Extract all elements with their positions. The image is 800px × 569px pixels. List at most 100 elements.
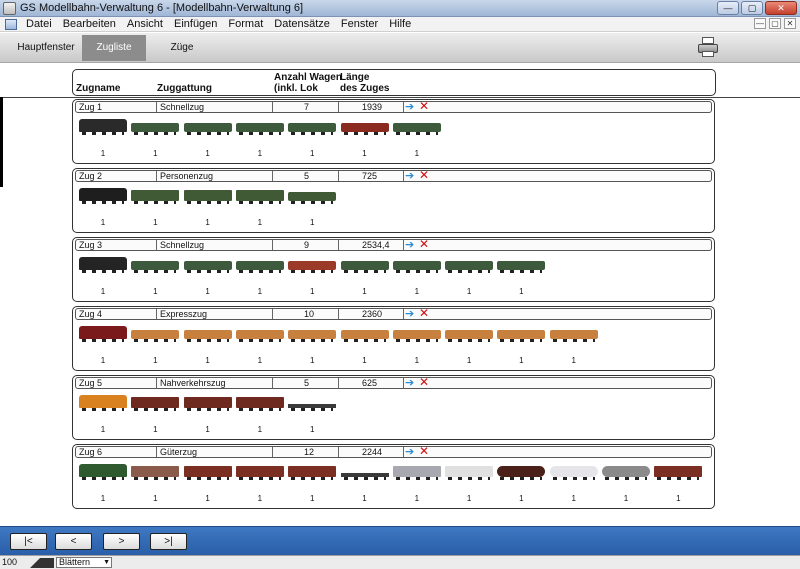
- train-type-field[interactable]: Personenzug: [160, 171, 213, 181]
- train-count-field[interactable]: 12: [304, 447, 314, 457]
- vehicle-item[interactable]: 1: [77, 461, 129, 507]
- vehicle-item[interactable]: 1: [495, 323, 547, 369]
- train-length-field[interactable]: 1939: [362, 102, 382, 112]
- menu-datensaetze[interactable]: Datensätze: [269, 18, 336, 30]
- vehicle-item[interactable]: 1: [286, 323, 338, 369]
- vehicle-item[interactable]: 1: [77, 185, 129, 231]
- vehicle-item[interactable]: 1: [129, 323, 181, 369]
- vehicle-item[interactable]: 1: [391, 116, 443, 162]
- vehicle-item[interactable]: 1: [391, 323, 443, 369]
- close-button[interactable]: ✕: [765, 1, 797, 15]
- printer-icon[interactable]: [697, 36, 719, 58]
- minimize-button[interactable]: —: [717, 1, 739, 15]
- previous-record-button[interactable]: <: [55, 533, 92, 550]
- vehicle-item[interactable]: 1: [495, 254, 547, 300]
- delete-train-icon[interactable]: ✕: [419, 100, 431, 112]
- vehicle-item[interactable]: 1: [234, 254, 286, 300]
- delete-train-icon[interactable]: ✕: [419, 307, 431, 319]
- vehicle-item[interactable]: 1: [391, 254, 443, 300]
- menu-bearbeiten[interactable]: Bearbeiten: [58, 18, 122, 30]
- vehicle-item[interactable]: 1: [182, 116, 234, 162]
- open-train-arrow-icon[interactable]: ➔: [405, 102, 417, 113]
- tab-hauptfenster[interactable]: Hauptfenster: [10, 35, 82, 61]
- delete-train-icon[interactable]: ✕: [419, 376, 431, 388]
- vehicle-item[interactable]: 1: [286, 392, 338, 438]
- vehicle-item[interactable]: 1: [286, 116, 338, 162]
- train-length-field[interactable]: 2360: [362, 309, 382, 319]
- open-train-arrow-icon[interactable]: ➔: [405, 447, 417, 458]
- maximize-button[interactable]: ▢: [741, 1, 763, 15]
- train-type-field[interactable]: Expresszug: [160, 309, 207, 319]
- next-record-button[interactable]: >: [103, 533, 140, 550]
- train-name-field[interactable]: Zug 1: [79, 102, 102, 112]
- train-count-field[interactable]: 10: [304, 309, 314, 319]
- vehicle-item[interactable]: 1: [339, 254, 391, 300]
- train-length-field[interactable]: 725: [362, 171, 377, 181]
- document-icon[interactable]: [5, 18, 17, 30]
- vehicle-item[interactable]: 1: [443, 323, 495, 369]
- open-train-arrow-icon[interactable]: ➔: [405, 171, 417, 182]
- zoom-icon[interactable]: [20, 558, 54, 568]
- vehicle-item[interactable]: 1: [77, 392, 129, 438]
- mode-select[interactable]: Blättern ▼: [56, 557, 112, 568]
- train-name-field[interactable]: Zug 5: [79, 378, 102, 388]
- vehicle-item[interactable]: 1: [129, 254, 181, 300]
- vehicle-item[interactable]: 1: [129, 461, 181, 507]
- vehicle-item[interactable]: 1: [443, 461, 495, 507]
- train-count-field[interactable]: 9: [304, 240, 309, 250]
- train-count-field[interactable]: 5: [304, 171, 309, 181]
- train-type-field[interactable]: Güterzug: [160, 447, 197, 457]
- train-name-field[interactable]: Zug 6: [79, 447, 102, 457]
- train-length-field[interactable]: 2244: [362, 447, 382, 457]
- menu-datei[interactable]: Datei: [21, 18, 58, 30]
- vehicle-item[interactable]: 1: [548, 323, 600, 369]
- vehicle-item[interactable]: 1: [77, 254, 129, 300]
- vehicle-item[interactable]: 1: [129, 116, 181, 162]
- delete-train-icon[interactable]: ✕: [419, 169, 431, 181]
- first-record-button[interactable]: |<: [10, 533, 47, 550]
- open-train-arrow-icon[interactable]: ➔: [405, 240, 417, 251]
- menu-format[interactable]: Format: [223, 18, 269, 30]
- vehicle-item[interactable]: 1: [234, 323, 286, 369]
- zoom-level[interactable]: 100: [2, 557, 17, 567]
- vehicle-item[interactable]: 1: [129, 185, 181, 231]
- chevron-down-icon[interactable]: ▼: [103, 558, 110, 567]
- delete-train-icon[interactable]: ✕: [419, 445, 431, 457]
- delete-train-icon[interactable]: ✕: [419, 238, 431, 250]
- open-train-arrow-icon[interactable]: ➔: [405, 378, 417, 389]
- train-type-field[interactable]: Schnellzug: [160, 240, 204, 250]
- train-count-field[interactable]: 5: [304, 378, 309, 388]
- vehicle-item[interactable]: 1: [339, 461, 391, 507]
- menu-hilfe[interactable]: Hilfe: [384, 18, 417, 30]
- vehicle-item[interactable]: 1: [339, 323, 391, 369]
- vehicle-item[interactable]: 1: [495, 461, 547, 507]
- vehicle-item[interactable]: 1: [652, 461, 704, 507]
- train-count-field[interactable]: 7: [304, 102, 309, 112]
- vehicle-item[interactable]: 1: [286, 461, 338, 507]
- vehicle-item[interactable]: 1: [234, 392, 286, 438]
- vehicle-item[interactable]: 1: [77, 116, 129, 162]
- vehicle-item[interactable]: 1: [182, 461, 234, 507]
- vehicle-item[interactable]: 1: [286, 185, 338, 231]
- menu-einfuegen[interactable]: Einfügen: [169, 18, 223, 30]
- train-type-field[interactable]: Nahverkehrszug: [160, 378, 226, 388]
- vehicle-item[interactable]: 1: [286, 254, 338, 300]
- vehicle-item[interactable]: 1: [182, 254, 234, 300]
- menu-fenster[interactable]: Fenster: [336, 18, 384, 30]
- doc-close-button[interactable]: ✕: [784, 18, 796, 29]
- train-name-field[interactable]: Zug 2: [79, 171, 102, 181]
- vehicle-item[interactable]: 1: [234, 185, 286, 231]
- doc-minimize-button[interactable]: —: [754, 18, 766, 29]
- train-length-field[interactable]: 2534,4: [362, 240, 390, 250]
- open-train-arrow-icon[interactable]: ➔: [405, 309, 417, 320]
- vehicle-item[interactable]: 1: [443, 254, 495, 300]
- vehicle-item[interactable]: 1: [77, 323, 129, 369]
- vehicle-item[interactable]: 1: [234, 461, 286, 507]
- doc-restore-button[interactable]: ▢: [769, 18, 781, 29]
- train-length-field[interactable]: 625: [362, 378, 377, 388]
- vehicle-item[interactable]: 1: [339, 116, 391, 162]
- train-name-field[interactable]: Zug 4: [79, 309, 102, 319]
- vehicle-item[interactable]: 1: [182, 323, 234, 369]
- app-icon[interactable]: [3, 2, 16, 15]
- vehicle-item[interactable]: 1: [234, 116, 286, 162]
